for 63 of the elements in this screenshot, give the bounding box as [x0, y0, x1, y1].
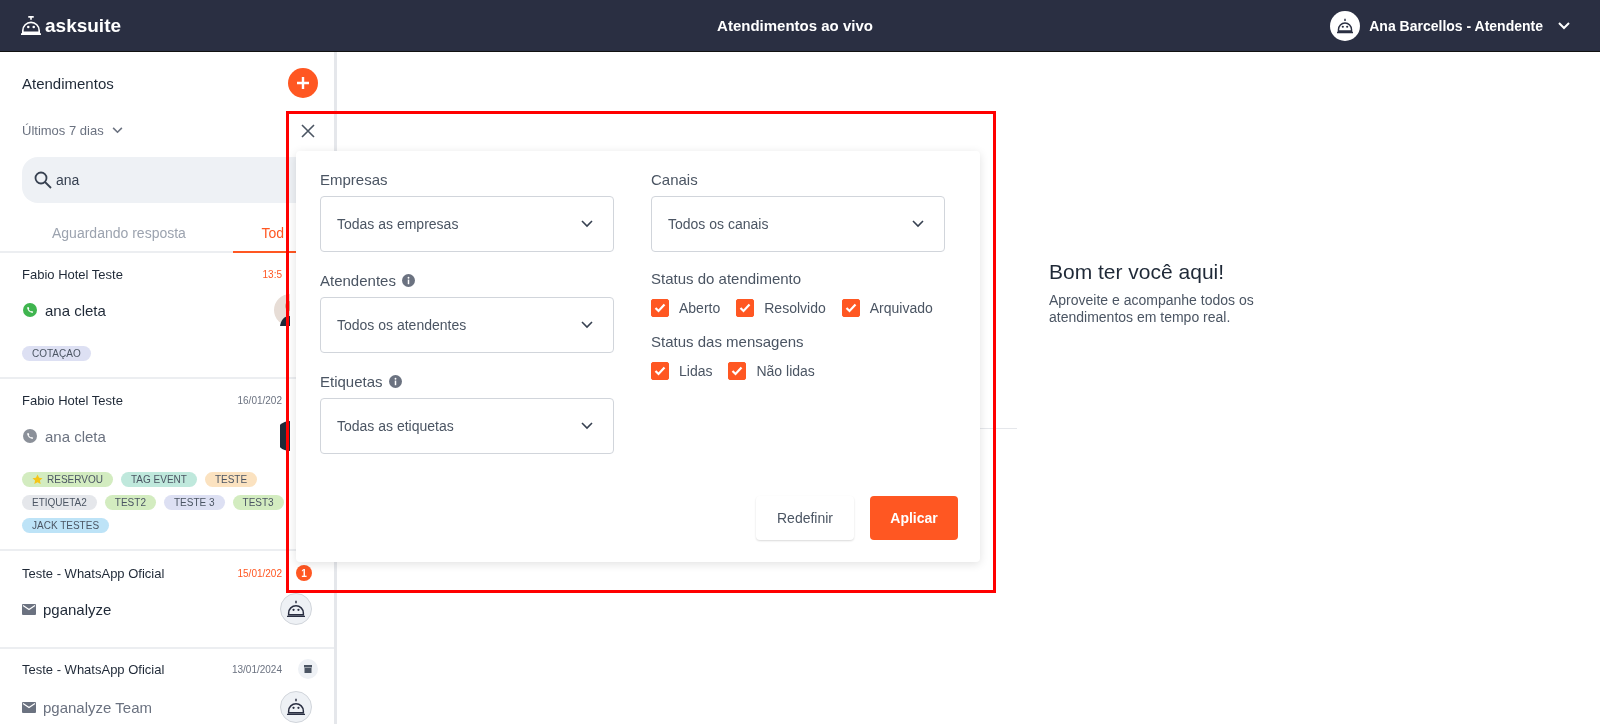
company-name: Teste - WhatsApp Oficial: [22, 565, 166, 581]
checkbox[interactable]: [841, 299, 860, 317]
welcome-text: Aproveite e acompanhe todos os atendimentos em tempo real.: [1049, 292, 1255, 326]
plus-icon: [296, 76, 310, 90]
conversation-time: 16/01/202: [236, 395, 282, 406]
select-field[interactable]: Todas as etiquetas: [320, 398, 614, 454]
sidebar-title: Atendimentos: [22, 74, 114, 92]
period-dropdown[interactable]: Últimos 7 dias: [22, 123, 104, 138]
contact-name: pganalyze Team: [43, 698, 153, 716]
checkbox[interactable]: [651, 299, 669, 317]
search-icon: [34, 171, 52, 189]
checkbox[interactable]: [736, 299, 755, 317]
bell-logo-icon: [20, 15, 42, 36]
chevron-down-icon: [581, 422, 593, 430]
select-field[interactable]: Todos os canais: [651, 196, 945, 252]
logo-text: asksuite: [45, 14, 122, 37]
chevron-down-icon: [581, 321, 593, 329]
conversation-time: 13:5: [261, 269, 282, 280]
tag: TESTE 3: [163, 495, 225, 510]
tag: COTAÇAO: [22, 346, 91, 361]
checkbox-label: Aberto: [679, 300, 721, 316]
field-label: Canais: [651, 171, 699, 188]
tag: TAG EVENT: [120, 472, 197, 487]
add-button[interactable]: [288, 68, 318, 98]
tag: TEST2: [104, 495, 156, 510]
conversation-time: 13/01/2024: [230, 663, 282, 675]
group-label: Status das mensagens: [651, 333, 805, 350]
unread-count: 1: [296, 565, 312, 581]
company-name: Fabio Hotel Teste: [22, 393, 124, 408]
field-label: Empresas: [320, 171, 388, 188]
checkbox-label: Arquivado: [869, 300, 933, 316]
tag: ETIQUETA2: [22, 495, 97, 510]
field-label: Atendentes: [320, 272, 396, 289]
select-field[interactable]: Todas as empresas: [320, 196, 614, 252]
tag: RESERVOU: [22, 472, 113, 487]
user-name[interactable]: Ana Barcellos - Atendente: [1369, 17, 1543, 34]
chevron-down-icon: [912, 220, 924, 228]
tag: TESTE: [204, 472, 258, 487]
checkbox[interactable]: [651, 362, 669, 380]
contact-name: ana cleta: [45, 301, 107, 319]
page-title: Atendimentos ao vivo: [717, 17, 873, 34]
checkbox-label: Não lidas: [756, 363, 815, 379]
info-icon: [388, 375, 402, 388]
select-field[interactable]: Todos os atendentes: [320, 297, 614, 353]
reset-button[interactable]: Redefinir: [756, 496, 854, 540]
welcome-title: Bom ter você aqui!: [1049, 260, 1225, 283]
company-name: Teste - WhatsApp Oficial: [22, 661, 166, 677]
checkbox-label: Lidas: [679, 363, 713, 379]
chevron-down-icon: [581, 220, 593, 228]
contact-name: ana cleta: [45, 427, 107, 445]
field-label: Etiquetas: [320, 373, 383, 390]
checkbox-label: Resolvido: [764, 300, 826, 316]
conversation-time: 15/01/202: [236, 567, 282, 579]
bot-avatar-icon[interactable]: [1330, 10, 1361, 41]
star-icon: [32, 474, 43, 485]
info-icon: [401, 274, 415, 287]
checkbox[interactable]: [728, 362, 747, 380]
group-label: Status do atendimento: [651, 270, 803, 287]
tag: TEST3: [232, 495, 284, 510]
company-name: Fabio Hotel Teste: [22, 267, 124, 282]
close-icon[interactable]: [301, 124, 315, 138]
tag: JACK TESTES: [22, 518, 110, 533]
contact-name: pganalyze: [43, 600, 113, 618]
